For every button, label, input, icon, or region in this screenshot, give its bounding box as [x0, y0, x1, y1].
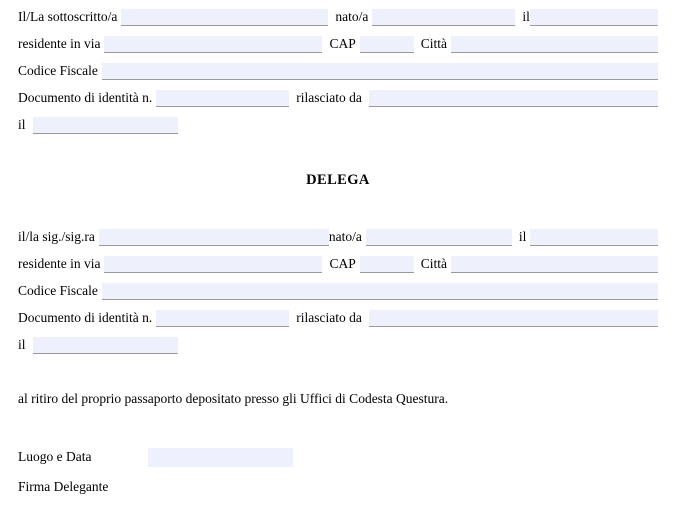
field-delegate-id-issuer[interactable]	[368, 310, 658, 327]
field-delegator-fiscal-code[interactable]	[101, 63, 658, 80]
label-il: il	[522, 9, 530, 24]
signature-row: Firma Delegante	[18, 477, 108, 497]
label-delegate-residente-in-via: residente in via	[18, 256, 101, 271]
field-delegate-city[interactable]	[451, 256, 658, 273]
field-delegator-name[interactable]	[121, 9, 329, 26]
label-rilasciato-da: rilasciato da	[296, 90, 362, 105]
label-delegate-nato-a: nato/a	[328, 229, 362, 244]
field-delegator-birthplace[interactable]	[372, 9, 516, 26]
delegator-row-name: Il/La sottoscritto/a nato/a il	[18, 4, 658, 26]
label-citta: Città	[420, 36, 447, 51]
field-delegator-address[interactable]	[104, 36, 323, 53]
field-delegate-address[interactable]	[104, 256, 323, 273]
place-date-row: Luogo e Data	[18, 447, 293, 467]
label-il-documento: il	[18, 117, 26, 132]
purpose-paragraph: al ritiro del proprio passaporto deposit…	[18, 391, 449, 406]
label-delegate-il: il	[518, 229, 527, 244]
field-delegator-id-issuer[interactable]	[368, 90, 658, 107]
label-residente-in-via: residente in via	[18, 36, 101, 51]
field-place-date[interactable]	[148, 447, 293, 467]
label-luogo-e-data: Luogo e Data	[18, 449, 92, 464]
field-delegate-birthdate[interactable]	[530, 229, 658, 246]
delegator-row-id-date: il	[18, 112, 658, 134]
field-delegate-cap[interactable]	[359, 256, 414, 273]
delegate-row-id-document: Documento di identità n. rilasciato da	[18, 305, 658, 327]
delegator-row-id-document: Documento di identità n. rilasciato da	[18, 85, 658, 107]
document-page: Il/La sottoscritto/a nato/a il residente…	[0, 0, 676, 505]
label-sottoscritto: Il/La sottoscritto/a	[18, 9, 118, 24]
label-nato-a: nato/a	[335, 9, 369, 24]
label-documento-identita: Documento di identità n.	[18, 90, 153, 105]
delegate-row-residence: residente in via CAP Città	[18, 251, 658, 273]
field-delegator-id-number[interactable]	[156, 90, 290, 107]
label-cap: CAP	[329, 36, 356, 51]
delegator-row-residence: residente in via CAP Città	[18, 31, 658, 53]
field-delegator-cap[interactable]	[359, 36, 414, 53]
delegator-row-fiscal-code: Codice Fiscale	[18, 58, 658, 80]
field-delegator-id-date[interactable]	[32, 117, 178, 134]
field-delegate-fiscal-code[interactable]	[101, 283, 658, 300]
label-delegate-cap: CAP	[329, 256, 356, 271]
delegate-row-fiscal-code: Codice Fiscale	[18, 278, 658, 300]
page-title: DELEGA	[306, 172, 370, 188]
label-delegate-il-documento: il	[18, 337, 26, 352]
field-delegate-id-number[interactable]	[156, 310, 290, 327]
delegate-row-name: il/la sig./sig.ra nato/a il	[18, 224, 658, 246]
field-delegate-name[interactable]	[98, 229, 329, 246]
label-delegate-documento-identita: Documento di identità n.	[18, 310, 153, 325]
field-delegate-birthplace[interactable]	[365, 229, 512, 246]
field-delegator-city[interactable]	[451, 36, 658, 53]
label-delegate-codice-fiscale: Codice Fiscale	[18, 283, 98, 298]
label-il-la-sig: il/la sig./sig.ra	[18, 229, 95, 244]
label-firma-delegante: Firma Delegante	[18, 479, 109, 494]
field-delegator-birthdate[interactable]	[529, 9, 658, 26]
label-codice-fiscale: Codice Fiscale	[18, 63, 98, 78]
field-delegate-id-date[interactable]	[32, 337, 178, 354]
label-delegate-rilasciato-da: rilasciato da	[296, 310, 362, 325]
label-delegate-citta: Città	[420, 256, 447, 271]
delegate-row-id-date: il	[18, 332, 658, 354]
